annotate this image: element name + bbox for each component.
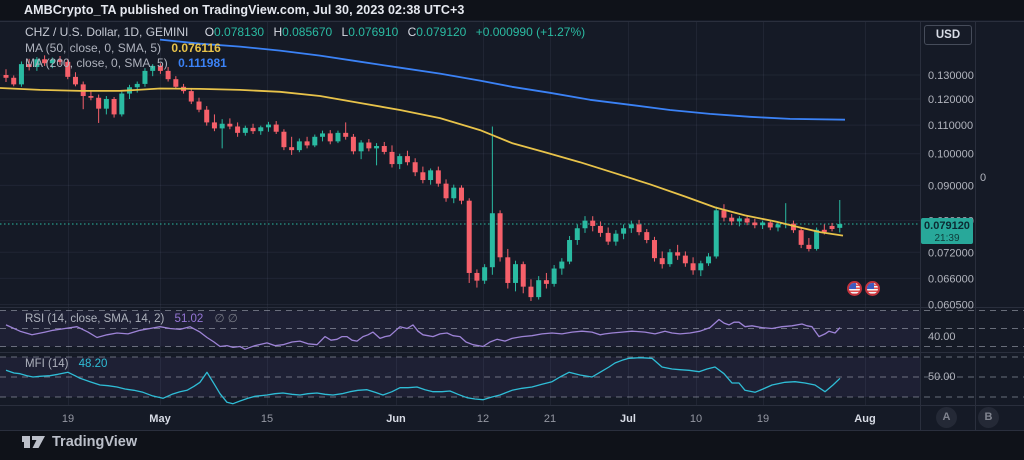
rsi-hidden-ma-values: ∅ ∅ bbox=[215, 313, 238, 325]
ma200-legend[interactable]: MA (200, close, 0, SMA, 5) 0.111981 bbox=[25, 56, 227, 70]
svg-text:Jul: Jul bbox=[620, 413, 636, 425]
symbol-legend[interactable]: CHZ / U.S. Dollar, 1D, GEMINI O0.078130 … bbox=[25, 25, 585, 39]
close-label: C bbox=[408, 25, 417, 39]
mfi-axis-tick: 50.00 bbox=[928, 371, 956, 383]
svg-text:Aug: Aug bbox=[854, 413, 875, 425]
svg-text:12: 12 bbox=[477, 413, 489, 425]
svg-text:0.100000: 0.100000 bbox=[928, 149, 974, 161]
ma50-label: MA (50, close, 0, SMA, 5) bbox=[25, 41, 161, 55]
tradingview-logo[interactable]: TradingView bbox=[22, 433, 137, 451]
rsi-label: RSI (14, close, SMA, 14, 2) bbox=[25, 313, 164, 325]
high-label: H bbox=[273, 25, 282, 39]
tradingview-chart-window: 0.130000 0.120000 0.110000 0.100000 0.090000… bbox=[0, 0, 1024, 460]
svg-text:Jun: Jun bbox=[386, 413, 406, 425]
close-value: 0.079120 bbox=[416, 25, 466, 39]
svg-text:0.120000: 0.120000 bbox=[928, 94, 974, 106]
flag-stickers bbox=[847, 281, 880, 296]
ma200-label: MA (200, close, 0, SMA, 5) bbox=[25, 56, 168, 70]
svg-text:May: May bbox=[149, 413, 171, 425]
svg-text:0.066000: 0.066000 bbox=[928, 273, 974, 285]
open-label: O bbox=[205, 25, 214, 39]
pane-a-button[interactable]: A bbox=[936, 407, 957, 428]
low-value: 0.076910 bbox=[348, 25, 398, 39]
currency-toggle-button[interactable]: USD bbox=[924, 25, 972, 45]
ma200-value: 0.111981 bbox=[178, 56, 227, 70]
current-price-value: 0.079120 bbox=[921, 218, 973, 232]
rsi-axis-tick: 40.00 bbox=[928, 331, 956, 343]
us-flag-icon bbox=[865, 281, 880, 296]
svg-text:10: 10 bbox=[690, 413, 702, 425]
ma50-legend[interactable]: MA (50, close, 0, SMA, 5) 0.076116 bbox=[25, 41, 221, 55]
svg-text:0.060500: 0.060500 bbox=[928, 299, 974, 311]
open-value: 0.078130 bbox=[214, 25, 264, 39]
rsi-legend[interactable]: RSI (14, close, SMA, 14, 2) 51.02 ∅ ∅ bbox=[25, 311, 238, 325]
svg-text:21: 21 bbox=[544, 413, 556, 425]
mfi-label: MFI (14) bbox=[25, 358, 68, 370]
svg-text:0.072000: 0.072000 bbox=[928, 247, 974, 259]
pane-b-button[interactable]: B bbox=[978, 407, 999, 428]
svg-text:15: 15 bbox=[261, 413, 273, 425]
attribution-header: AMBCrypto_TA published on TradingView.co… bbox=[24, 3, 465, 17]
svg-text:0.090000: 0.090000 bbox=[928, 180, 974, 192]
svg-text:19: 19 bbox=[62, 413, 74, 425]
ma50-value: 0.076116 bbox=[171, 41, 220, 55]
svg-text:0.110000: 0.110000 bbox=[928, 120, 973, 132]
change-value: +0.000990 (+1.27%) bbox=[476, 25, 585, 39]
rsi-value: 51.02 bbox=[175, 313, 204, 325]
symbol-title[interactable]: CHZ / U.S. Dollar, 1D, GEMINI bbox=[25, 25, 188, 39]
tradingview-logo-text: TradingView bbox=[52, 434, 137, 450]
svg-text:0.130000: 0.130000 bbox=[928, 70, 974, 82]
current-price-badge: 0.079120 21:39 bbox=[921, 218, 973, 244]
us-flag-icon bbox=[847, 281, 862, 296]
svg-text:19: 19 bbox=[757, 413, 769, 425]
high-value: 0.085670 bbox=[282, 25, 332, 39]
bar-countdown: 21:39 bbox=[921, 232, 973, 244]
mfi-legend[interactable]: MFI (14) 48.20 bbox=[25, 358, 107, 370]
tradingview-logo-icon bbox=[22, 433, 46, 451]
secondary-axis-tick: 0 bbox=[980, 172, 986, 184]
mfi-value: 48.20 bbox=[79, 358, 108, 370]
